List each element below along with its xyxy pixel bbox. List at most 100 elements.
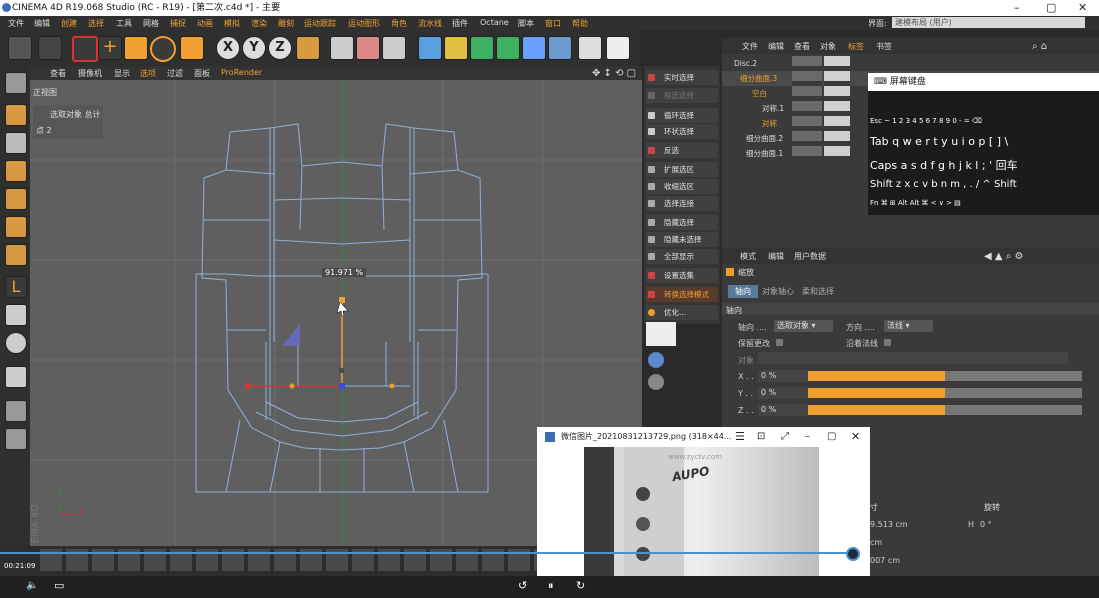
- menu-mograph[interactable]: 运动图形: [348, 18, 380, 29]
- recent-tool-icon[interactable]: [180, 36, 204, 60]
- menu-file[interactable]: 文件: [8, 18, 24, 29]
- tag-icons[interactable]: [824, 56, 850, 161]
- vp-menu-options[interactable]: 选项: [140, 68, 156, 79]
- menu-item-loop-selection[interactable]: 循环选择: [646, 108, 718, 123]
- deformer-icon[interactable]: [522, 36, 546, 60]
- menu-render[interactable]: 渲染: [251, 18, 267, 29]
- menu-item-optimize[interactable]: 优化...: [646, 305, 718, 320]
- menu-octane[interactable]: Octane: [480, 18, 509, 27]
- light-icon[interactable]: [606, 36, 630, 60]
- menu-tools[interactable]: 工具: [116, 18, 132, 29]
- solo-mode-icon[interactable]: [5, 428, 27, 450]
- size-y-value[interactable]: cm: [870, 538, 882, 547]
- subtitle-icon[interactable]: ▭: [54, 579, 64, 592]
- menu-edit[interactable]: 编辑: [34, 18, 50, 29]
- menu-item-unhide-all[interactable]: 全部显示: [646, 249, 718, 264]
- image-fullscreen-icon[interactable]: ⤢: [781, 427, 789, 447]
- tweak-mode-icon[interactable]: [5, 304, 27, 326]
- move-tool-icon[interactable]: +: [98, 36, 122, 60]
- om-menu-objects[interactable]: 对象: [820, 41, 836, 52]
- keyboard-row-function[interactable]: Fn ⌘ ⊞ Alt Alt ⌘ < ∨ > ▤: [870, 199, 961, 207]
- pause-icon[interactable]: ⏸: [548, 579, 554, 593]
- render-picture-viewer-icon[interactable]: [356, 36, 380, 60]
- x-value-field[interactable]: 0 %: [758, 370, 809, 382]
- attr-nav-icons[interactable]: ◀ ▲ ⌕ ⚙: [984, 251, 1023, 262]
- coordinate-system-icon[interactable]: [296, 36, 320, 60]
- rotation-h-value[interactable]: 0 °: [980, 520, 992, 529]
- menu-motion-tracking[interactable]: 运动跟踪: [304, 18, 336, 29]
- cube-primitive-icon[interactable]: [418, 36, 442, 60]
- om-menu-file[interactable]: 文件: [742, 41, 758, 52]
- menu-create[interactable]: 创建: [61, 18, 77, 29]
- menu-item-select-connected[interactable]: 选择连接: [646, 196, 718, 211]
- viewport-navigation-icon[interactable]: ✥ ↕ ⟲ ▢: [592, 68, 636, 79]
- om-menu-bookmarks[interactable]: 书签: [876, 41, 892, 52]
- keyboard-row-qwerty[interactable]: Tab q w e r t y u i o p [ ] \: [870, 135, 1008, 148]
- menu-item-hide-selected[interactable]: 隐藏选择: [646, 215, 718, 230]
- material-sphere-icon[interactable]: [648, 352, 664, 368]
- menu-pipeline[interactable]: 流水线: [418, 18, 442, 29]
- tab-soft-selection[interactable]: 柔和选择: [802, 285, 834, 298]
- workplane-icon[interactable]: [5, 160, 27, 182]
- om-menu-tags[interactable]: 标签: [848, 41, 864, 52]
- menu-script[interactable]: 脚本: [518, 18, 534, 29]
- visibility-toggles[interactable]: [792, 56, 822, 161]
- along-normals-checkbox[interactable]: [884, 339, 891, 346]
- axis-mode-icon[interactable]: L: [5, 276, 27, 298]
- cloner-icon[interactable]: [496, 36, 520, 60]
- edges-mode-icon[interactable]: [5, 216, 27, 238]
- minimize-button[interactable]: –: [1014, 0, 1020, 16]
- object-row[interactable]: Disc.2: [722, 56, 1099, 71]
- magnet-icon[interactable]: [5, 366, 27, 388]
- y-slider[interactable]: [808, 388, 1082, 398]
- maximize-button[interactable]: ▢: [1046, 0, 1056, 16]
- tab-object-axis[interactable]: 对象轴心: [762, 285, 794, 298]
- menu-help[interactable]: 帮助: [572, 18, 588, 29]
- pen-spline-icon[interactable]: [444, 36, 468, 60]
- image-maximize-icon[interactable]: ▢: [827, 427, 836, 447]
- scale-tool-icon[interactable]: [124, 36, 148, 60]
- keyboard-row-zxcv[interactable]: Shift z x c v b n m , . / ^ Shift: [870, 179, 1017, 190]
- material-swatch[interactable]: [646, 322, 676, 346]
- keyboard-row-numbers[interactable]: Esc ~ 1 2 3 4 5 6 7 8 9 0 - = ⌫: [870, 117, 982, 125]
- menu-character[interactable]: 角色: [391, 18, 407, 29]
- direction-dropdown[interactable]: 法线 ▾: [884, 320, 933, 332]
- menu-item-hide-unselected[interactable]: 隐藏未选择: [646, 232, 718, 247]
- points-mode-icon[interactable]: [5, 188, 27, 210]
- layout-dropdown[interactable]: 建模布局 (用户): [892, 17, 1085, 28]
- rotate-tool-icon[interactable]: [150, 36, 176, 62]
- z-axis-lock-icon[interactable]: Z: [268, 36, 292, 60]
- menu-select[interactable]: 选择: [88, 18, 104, 29]
- vp-menu-camera[interactable]: 摄像机: [78, 68, 102, 79]
- om-menu-edit[interactable]: 编辑: [768, 41, 784, 52]
- close-button[interactable]: ✕: [1078, 0, 1087, 16]
- menu-sculpt[interactable]: 雕刻: [278, 18, 294, 29]
- floor-icon[interactable]: [548, 36, 572, 60]
- subdivision-surface-icon[interactable]: [470, 36, 494, 60]
- menu-simulate[interactable]: 模拟: [224, 18, 240, 29]
- menu-item-ring-selection[interactable]: 环状选择: [646, 124, 718, 139]
- material-grey-icon[interactable]: [648, 374, 664, 390]
- menu-item-convert-selection[interactable]: 转换选择模式: [646, 287, 718, 302]
- vp-menu-prorender[interactable]: ProRender: [221, 68, 262, 77]
- vp-menu-filter[interactable]: 过滤: [167, 68, 183, 79]
- model-mode-icon[interactable]: [5, 104, 27, 126]
- camera-icon[interactable]: [578, 36, 602, 60]
- object-link-field[interactable]: [758, 352, 1068, 364]
- keep-changes-checkbox[interactable]: [776, 339, 783, 346]
- image-close-icon[interactable]: ✕: [851, 427, 860, 447]
- menu-item-live-selection[interactable]: 实时选择: [646, 70, 718, 85]
- redo-icon[interactable]: [38, 36, 62, 60]
- polygons-mode-icon[interactable]: [5, 244, 27, 266]
- z-slider[interactable]: [808, 405, 1082, 415]
- video-progress-handle[interactable]: [846, 547, 860, 561]
- image-minimize-icon[interactable]: –: [805, 427, 810, 447]
- vp-menu-display[interactable]: 显示: [114, 68, 130, 79]
- render-settings-icon[interactable]: [382, 36, 406, 60]
- menu-plugins[interactable]: 插件: [452, 18, 468, 29]
- z-value-field[interactable]: 0 %: [758, 404, 809, 416]
- x-slider[interactable]: [808, 371, 1082, 381]
- snap-icon[interactable]: [5, 332, 27, 354]
- attr-menu-userdata[interactable]: 用户数据: [794, 251, 826, 262]
- om-menu-view[interactable]: 查看: [794, 41, 810, 52]
